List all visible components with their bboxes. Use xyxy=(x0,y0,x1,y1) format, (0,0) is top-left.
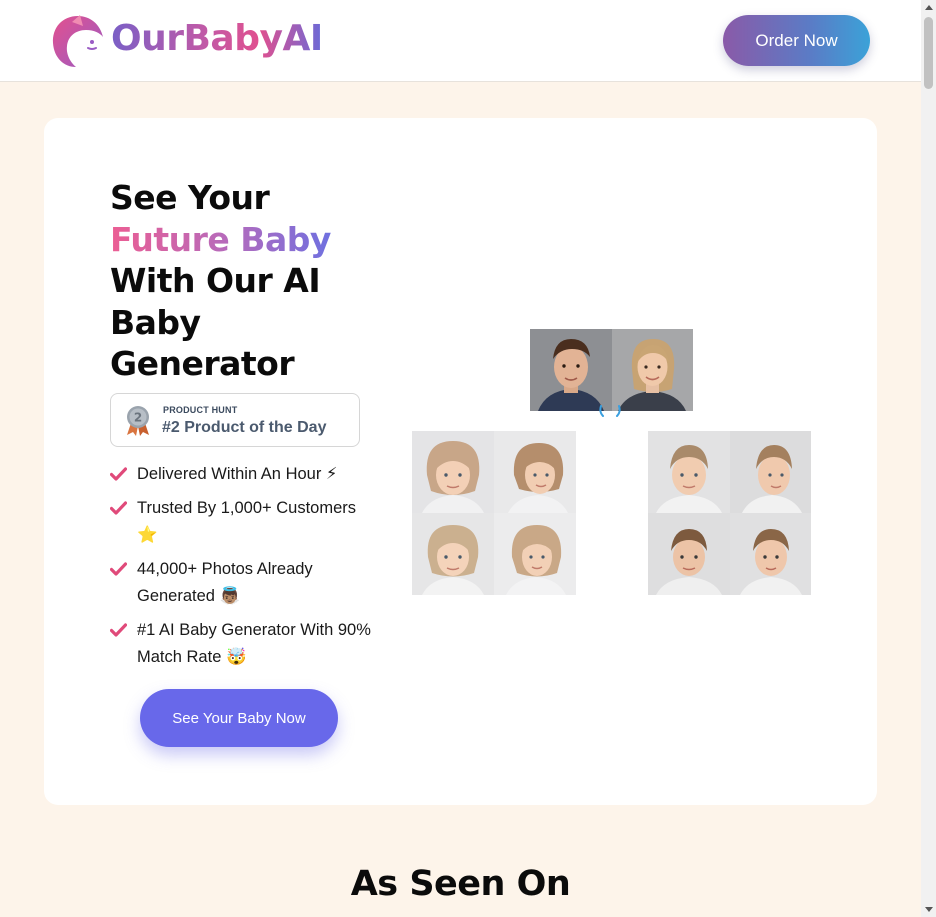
parent-photo-father xyxy=(530,329,612,411)
feature-text: #1 AI Baby Generator With 90% Match Rate… xyxy=(137,621,371,666)
order-now-button[interactable]: Order Now xyxy=(723,15,870,66)
baby-photo-boy-4 xyxy=(730,513,811,595)
as-seen-on-heading: As Seen On xyxy=(350,864,571,904)
loading-spinner-icon xyxy=(599,405,621,417)
feature-text: 44,000+ Photos Already Generated 👼🏽 xyxy=(137,560,313,605)
page-scrollbar[interactable] xyxy=(921,0,936,917)
scroll-thumb[interactable] xyxy=(924,17,933,89)
feature-item: Trusted By 1,000+ Customers ⭐ xyxy=(110,495,375,549)
feature-item: 44,000+ Photos Already Generated 👼🏽 xyxy=(110,556,375,610)
check-icon xyxy=(110,623,127,637)
unicorn-logo-icon xyxy=(52,15,103,67)
baby-photo-boy-3 xyxy=(648,513,730,595)
check-icon xyxy=(110,562,127,576)
scroll-down-arrow-icon[interactable] xyxy=(925,907,933,912)
baby-photo-boy-1 xyxy=(648,431,730,513)
feature-text: Trusted By 1,000+ Customers ⭐ xyxy=(137,499,357,544)
medal-rank: 2 xyxy=(134,411,142,425)
feature-item: Delivered Within An Hour ⚡ xyxy=(110,461,375,488)
feature-list: Delivered Within An Hour ⚡ Trusted By 1,… xyxy=(110,461,375,678)
baby-photo-girl-3 xyxy=(412,513,494,595)
baby-photo-girl-1 xyxy=(412,431,494,513)
brand-logo[interactable]: OurBabyAI xyxy=(50,14,330,70)
headline-line-5: Generator xyxy=(110,344,295,383)
headline-line-4: Baby xyxy=(110,302,201,342)
product-hunt-title: #2 Product of the Day xyxy=(162,419,327,436)
feature-text: Delivered Within An Hour ⚡ xyxy=(137,465,338,483)
headline-highlight: Future Baby xyxy=(110,219,331,259)
see-your-baby-button[interactable]: See Your Baby Now xyxy=(140,689,338,747)
baby-photo-girl-4 xyxy=(494,513,576,595)
headline-line-1: See Your xyxy=(110,178,270,217)
parent-photo-mother xyxy=(612,329,693,411)
brand-name: OurBabyAI xyxy=(111,18,323,59)
baby-photo-boy-2 xyxy=(730,431,811,513)
site-header: OurBabyAI Order Now xyxy=(0,0,921,82)
feature-item: #1 AI Baby Generator With 90% Match Rate… xyxy=(110,617,375,671)
check-icon xyxy=(110,467,127,481)
hero-headline: See Your Future Baby With Our AI Baby Ge… xyxy=(110,177,380,385)
check-icon xyxy=(110,501,127,515)
baby-photo-girl-2 xyxy=(494,431,576,513)
product-hunt-kicker: PRODUCT HUNT xyxy=(163,405,238,415)
headline-line-3: With Our AI xyxy=(110,261,321,300)
scroll-up-arrow-icon[interactable] xyxy=(925,5,933,10)
product-hunt-badge[interactable]: 2 PRODUCT HUNT #2 Product of the Day xyxy=(110,393,360,447)
medal-icon: 2 xyxy=(127,406,149,436)
